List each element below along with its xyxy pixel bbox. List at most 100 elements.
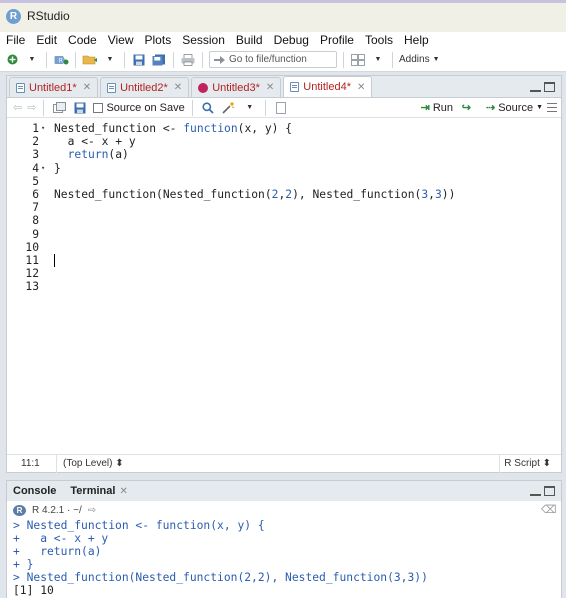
- tab-console[interactable]: Console: [13, 485, 56, 497]
- save-icon: [74, 102, 86, 113]
- open-file-button[interactable]: [82, 51, 98, 69]
- maximize-pane-icon[interactable]: [544, 486, 555, 496]
- source-on-save-toggle[interactable]: Source on Save: [93, 101, 185, 114]
- console-input-line: > Nested_function(Nested_function(2,2), …: [13, 571, 428, 584]
- tab-untitled2[interactable]: Untitled2* ✕: [100, 77, 190, 97]
- open-file-dropdown-icon[interactable]: ▼: [102, 51, 118, 69]
- cursor-position: 11:1: [7, 454, 57, 473]
- editor-save-button[interactable]: [72, 99, 88, 117]
- tab-label: Untitled1*: [29, 81, 77, 94]
- code-line[interactable]: 2 a <- x + y: [7, 135, 561, 148]
- clear-console-icon[interactable]: ⌫: [541, 503, 557, 516]
- code-line[interactable]: 3 return(a): [7, 148, 561, 161]
- code-token: (x, y) {: [237, 122, 293, 135]
- editor-tabs: Untitled1* ✕ Untitled2* ✕ Untitled3* ✕ U…: [7, 76, 561, 98]
- outline-menu-icon[interactable]: [547, 103, 557, 112]
- console-pane: Console Terminal ✕ R R 4.2.1 · ~/ ⇨ ⌫ > …: [6, 480, 562, 598]
- file-type-selector[interactable]: R Script ⬍: [499, 454, 561, 473]
- menu-help[interactable]: Help: [404, 33, 429, 47]
- menu-build[interactable]: Build: [236, 33, 263, 47]
- console-header: R R 4.2.1 · ~/ ⇨ ⌫: [7, 501, 561, 519]
- save-button[interactable]: [131, 51, 147, 69]
- toolbar-divider: [264, 99, 266, 116]
- new-file-dropdown-icon[interactable]: ▼: [24, 51, 40, 69]
- code-line[interactable]: 5: [7, 175, 561, 188]
- close-icon[interactable]: ✕: [83, 82, 91, 93]
- tab-untitled1[interactable]: Untitled1* ✕: [9, 77, 99, 97]
- code-line[interactable]: 11: [7, 254, 561, 267]
- tab-untitled3[interactable]: Untitled3* ✕: [191, 77, 282, 97]
- close-icon[interactable]: ✕: [119, 486, 127, 497]
- menu-view[interactable]: View: [108, 33, 134, 47]
- line-number: 2: [32, 135, 39, 149]
- back-arrow-icon[interactable]: ⇦: [13, 101, 22, 114]
- rerun-button[interactable]: ↪: [462, 101, 471, 114]
- minimize-pane-icon[interactable]: [530, 486, 541, 496]
- save-all-button[interactable]: [151, 51, 167, 69]
- code-line[interactable]: 13: [7, 280, 561, 293]
- pane-layout-dropdown-icon[interactable]: ▼: [370, 51, 386, 69]
- tab-label: Untitled2*: [120, 81, 168, 94]
- r-logo-icon: R: [13, 504, 26, 516]
- show-in-window-button[interactable]: [51, 99, 67, 117]
- source-on-save-label: Source on Save: [106, 101, 185, 114]
- source-arrow-icon: ⇢: [485, 102, 496, 114]
- code-line[interactable]: 9: [7, 228, 561, 241]
- popout-icon: [52, 102, 66, 113]
- close-icon[interactable]: ✕: [266, 82, 274, 93]
- menu-tools[interactable]: Tools: [365, 33, 393, 47]
- menu-plots[interactable]: Plots: [145, 33, 172, 47]
- maximize-pane-icon[interactable]: [544, 82, 555, 92]
- toolbar-divider: [124, 51, 125, 68]
- run-button[interactable]: ⇥ Run: [421, 101, 453, 115]
- line-number: 3: [32, 148, 39, 162]
- code-tools-button[interactable]: [221, 99, 237, 117]
- line-number: 13: [25, 280, 39, 294]
- addins-menu[interactable]: Addins ▼: [399, 54, 440, 65]
- forward-arrow-icon[interactable]: ⇨: [27, 101, 36, 114]
- code-line[interactable]: 7: [7, 201, 561, 214]
- tab-terminal[interactable]: Terminal ✕: [70, 485, 127, 497]
- line-number: 10: [25, 240, 39, 254]
- code-line[interactable]: 8: [7, 214, 561, 227]
- document-outline-button[interactable]: [273, 99, 289, 117]
- addins-label: Addins: [399, 54, 430, 65]
- menu-file[interactable]: File: [6, 33, 25, 47]
- code-line[interactable]: 1 ▾ Nested_function <- function(x, y) {: [7, 122, 561, 135]
- go-to-directory-icon[interactable]: ⇨: [88, 505, 96, 516]
- close-icon[interactable]: ✕: [174, 82, 182, 93]
- minimize-pane-icon[interactable]: [530, 82, 541, 92]
- tab-label: Untitled3*: [212, 81, 260, 94]
- tab-untitled4[interactable]: Untitled4* ✕: [283, 76, 373, 97]
- print-button[interactable]: [180, 51, 196, 69]
- close-icon[interactable]: ✕: [357, 82, 365, 93]
- menu-profile[interactable]: Profile: [320, 33, 354, 47]
- fold-toggle-icon[interactable]: ▾: [41, 124, 45, 132]
- source-button[interactable]: ⇢ Source ▼: [485, 101, 543, 115]
- code-editor[interactable]: 1 ▾ Nested_function <- function(x, y) {2 a…: [7, 118, 561, 454]
- console-output-line: [1] 10: [13, 584, 54, 597]
- menu-debug[interactable]: Debug: [274, 33, 309, 47]
- plus-circle-icon: [7, 54, 17, 65]
- new-project-button[interactable]: R: [53, 51, 69, 69]
- line-number: 9: [32, 227, 39, 241]
- menu-edit[interactable]: Edit: [36, 33, 57, 47]
- find-replace-button[interactable]: [200, 99, 216, 117]
- code-line[interactable]: 4 ▾}: [7, 162, 561, 175]
- menu-code[interactable]: Code: [68, 33, 97, 47]
- editor-status-bar: 11:1 (Top Level) ⬍ R Script ⬍: [7, 454, 561, 473]
- go-to-file-input[interactable]: Go to file/function: [209, 51, 337, 68]
- code-line[interactable]: 6 Nested_function(Nested_function(2,2), N…: [7, 188, 561, 201]
- pane-layout-button[interactable]: [350, 51, 366, 69]
- scope-selector[interactable]: (Top Level) ⬍: [57, 458, 499, 469]
- console-input-line: + a <- x + y: [13, 532, 109, 545]
- console-output[interactable]: > Nested_function <- function(x, y) {+ a…: [7, 519, 561, 597]
- rstudio-logo-icon: R: [6, 8, 21, 24]
- new-file-button[interactable]: [4, 51, 20, 69]
- fold-toggle-icon[interactable]: ▾: [41, 164, 45, 172]
- source-on-save-checkbox[interactable]: [93, 102, 104, 113]
- code-line[interactable]: 10: [7, 241, 561, 254]
- code-tools-dropdown-icon[interactable]: ▼: [242, 99, 258, 117]
- menu-session[interactable]: Session: [182, 33, 225, 47]
- code-line[interactable]: 12: [7, 267, 561, 280]
